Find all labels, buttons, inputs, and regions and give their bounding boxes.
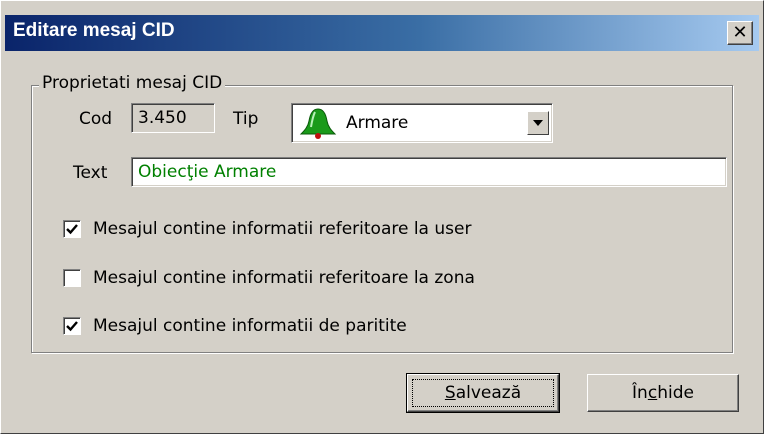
window-title: Editare mesaj CID <box>13 20 175 41</box>
text-value: Obiecţie Armare <box>138 162 277 182</box>
cod-field: 3.450 <box>131 103 215 133</box>
checkbox-user-label[interactable]: Mesajul contine informatii referitoare l… <box>93 219 471 239</box>
checkmark-icon <box>66 224 78 235</box>
save-button[interactable]: Salvează <box>406 373 560 413</box>
close-icon: ✕ <box>732 22 748 43</box>
dialog-window: Editare mesaj CID ✕ Proprietati mesaj CI… <box>0 0 764 434</box>
close-label-pre: În <box>632 383 648 403</box>
group-label: Proprietati mesaj CID <box>39 73 226 93</box>
close-button[interactable]: ✕ <box>727 21 753 45</box>
checkbox-paritate[interactable] <box>63 317 81 335</box>
checkbox-zona[interactable] <box>63 269 81 287</box>
tip-select[interactable]: Armare <box>291 103 553 143</box>
close-dialog-button[interactable]: Închide <box>587 374 739 412</box>
focus-rect <box>412 379 554 407</box>
checkbox-user[interactable] <box>63 220 81 238</box>
close-label-accel: c <box>647 383 658 403</box>
title-bar[interactable]: Editare mesaj CID ✕ <box>5 15 759 51</box>
bell-icon <box>299 108 337 139</box>
checkmark-icon <box>66 321 78 332</box>
close-label-post: hide <box>657 383 694 403</box>
text-label: Text <box>73 163 108 183</box>
checkbox-zona-label[interactable]: Mesajul contine informatii referitoare l… <box>93 268 475 288</box>
dropdown-button[interactable] <box>527 111 549 135</box>
text-input[interactable]: Obiecţie Armare <box>131 157 727 187</box>
cod-label: Cod <box>79 109 113 129</box>
checkbox-paritate-label[interactable]: Mesajul contine informatii de paritite <box>93 316 407 336</box>
tip-value: Armare <box>346 113 409 133</box>
cod-value: 3.450 <box>138 108 187 128</box>
tip-label: Tip <box>233 109 259 129</box>
